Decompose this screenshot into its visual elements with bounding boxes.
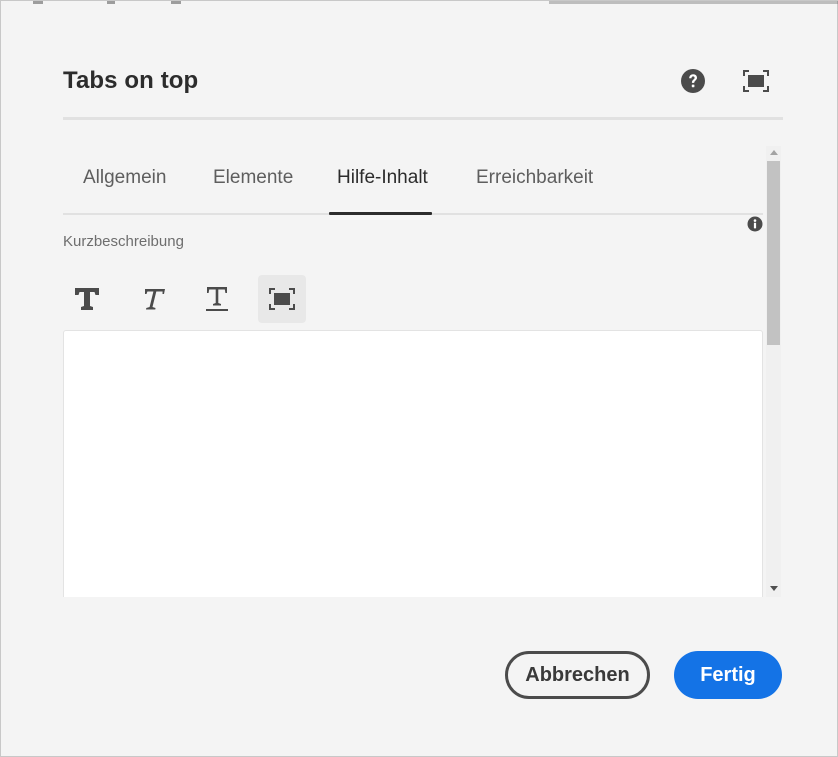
underline-button[interactable]	[193, 275, 241, 323]
scrollbar[interactable]	[766, 146, 781, 597]
scroll-down-arrow-icon[interactable]	[770, 586, 778, 591]
scrollbar-thumb[interactable]	[767, 161, 780, 345]
background-page-fragment	[1, 1, 838, 5]
fullscreen-icon	[269, 288, 295, 310]
tab-erreichbarkeit[interactable]: Erreichbarkeit	[476, 167, 593, 189]
tab-elemente[interactable]: Elemente	[213, 167, 293, 189]
help-circle-icon	[681, 69, 705, 93]
done-button[interactable]: Fertig	[674, 651, 782, 699]
underline-icon	[206, 287, 228, 311]
tab-list: Allgemein Elemente Hilfe-Inhalt Erreichb…	[63, 146, 763, 216]
rte-fullscreen-button[interactable]	[258, 275, 306, 323]
field-label: Kurzbeschreibung	[63, 233, 184, 250]
tab-allgemein[interactable]: Allgemein	[83, 167, 166, 189]
scroll-up-arrow-icon[interactable]	[770, 150, 778, 155]
cancel-button[interactable]: Abbrechen	[505, 651, 650, 699]
help-button[interactable]	[678, 66, 708, 96]
active-tab-indicator	[329, 212, 432, 215]
bold-icon	[75, 288, 99, 310]
tab-hilfe-inhalt[interactable]: Hilfe-Inhalt	[337, 167, 428, 189]
fullscreen-button[interactable]	[741, 66, 771, 96]
bold-button[interactable]	[63, 275, 111, 323]
dialog-content: Allgemein Elemente Hilfe-Inhalt Erreichb…	[63, 146, 781, 597]
dialog: Tabs on top Allgemein Elemente Hilfe-Inh…	[0, 0, 838, 757]
dialog-title: Tabs on top	[63, 67, 199, 94]
italic-button[interactable]	[129, 275, 177, 323]
fullscreen-icon	[743, 70, 769, 92]
info-icon[interactable]	[747, 216, 763, 232]
rich-text-editor[interactable]	[63, 330, 763, 597]
italic-icon	[145, 289, 165, 310]
header-divider	[63, 117, 783, 120]
